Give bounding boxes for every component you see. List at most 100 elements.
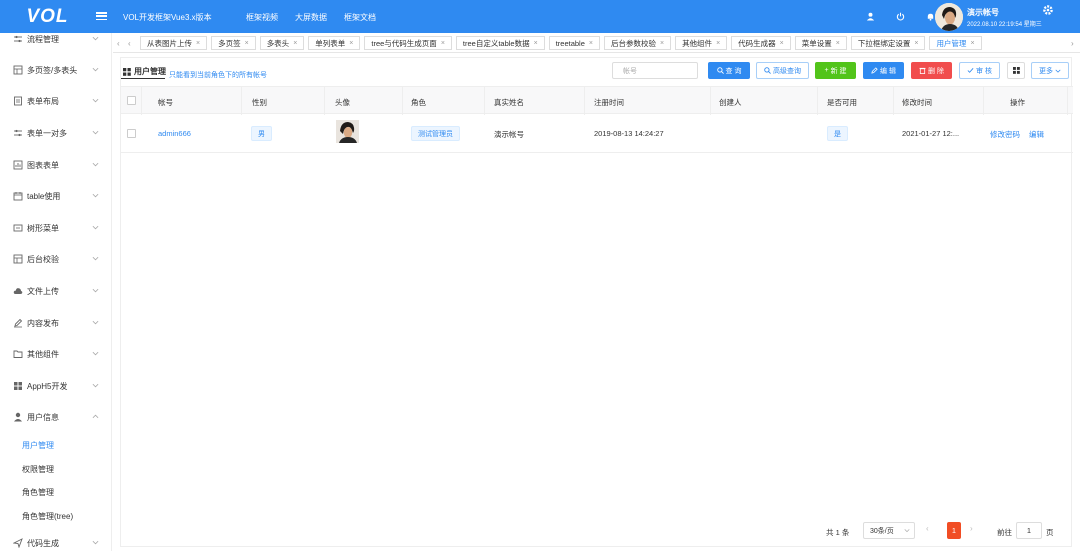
tab-label: 多表头 (266, 38, 290, 48)
close-icon[interactable]: × (970, 40, 974, 47)
next-page-button[interactable]: › (970, 524, 973, 533)
gear-icon[interactable] (1042, 4, 1054, 16)
close-icon[interactable]: × (349, 40, 353, 47)
tab-item[interactable]: 后台参数校验 × (603, 36, 672, 50)
page-size-select[interactable]: 30条/页 (863, 522, 915, 539)
pen-icon (14, 318, 23, 328)
tab-item[interactable]: 用户管理 × (929, 36, 982, 50)
advanced-query-label: 高级查询 (773, 67, 801, 75)
tab-item[interactable]: 菜单设置 × (794, 36, 847, 50)
sidebar-subitem-permission[interactable]: 权限管理 (22, 464, 54, 475)
cell-account[interactable]: admin666 (158, 129, 191, 138)
sidebar-subitem-role-tree[interactable]: 角色管理(tree) (22, 511, 73, 522)
tab-item[interactable]: 代码生成器 × (731, 36, 791, 50)
chevron-down-icon (92, 67, 99, 72)
close-icon[interactable]: × (441, 40, 445, 47)
sidebar-subitem-user-management[interactable]: 用户管理 (22, 440, 54, 451)
close-icon[interactable]: × (716, 40, 720, 47)
search-input[interactable]: 帐号 (612, 62, 698, 79)
header-link-dashboard[interactable]: 大屏数据 (295, 12, 327, 23)
col-register-time[interactable]: 注册时间 (594, 97, 624, 108)
cell-avatar[interactable] (336, 120, 359, 143)
col-enabled[interactable]: 是否可用 (827, 97, 857, 108)
plus-icon: + (824, 67, 829, 74)
edit-button[interactable]: 编 辑 (863, 62, 904, 79)
close-icon[interactable]: × (660, 40, 664, 47)
edit-row-link[interactable]: 编辑 (1029, 129, 1044, 140)
sidebar-item-process[interactable]: 流程管理 (0, 29, 112, 49)
sidebar-item-multitab[interactable]: 多页签/多表头 (0, 60, 112, 80)
sidebar-item-content-publish[interactable]: 内容发布 (0, 313, 112, 333)
column-settings-button[interactable] (1007, 62, 1025, 79)
close-icon[interactable]: × (293, 40, 297, 47)
current-page-button[interactable]: 1 (947, 522, 961, 539)
advanced-query-button[interactable]: 高级查询 (756, 62, 809, 79)
sidebar-item-code-gen[interactable]: 代码生成 (0, 533, 112, 551)
sidebar-item-one-to-many[interactable]: 表单一对多 (0, 123, 112, 143)
col-real-name[interactable]: 真实姓名 (494, 97, 524, 108)
tab-item[interactable]: 下拉框绑定设置 × (850, 36, 926, 50)
chevron-left-icon[interactable]: ‹ (117, 39, 120, 48)
sidebar-item-apph5[interactable]: AppH5开发 (0, 376, 112, 396)
chevron-down-icon (904, 529, 910, 533)
tab-item[interactable]: tree自定义table数据 × (455, 36, 545, 50)
change-password-link[interactable]: 修改密码 (990, 129, 1020, 140)
power-icon[interactable] (894, 10, 907, 23)
close-icon[interactable]: × (780, 40, 784, 47)
tab-item[interactable]: treetable × (548, 36, 600, 50)
table-row[interactable]: admin666 男 测试管理员 演示帐号 2019-08-13 14:24:2… (121, 115, 1073, 153)
prev-page-button[interactable]: ‹ (926, 524, 929, 533)
col-gender[interactable]: 性别 (252, 97, 267, 108)
close-icon[interactable]: × (914, 40, 918, 47)
close-icon[interactable]: × (534, 40, 538, 47)
sidebar-item-user-info[interactable]: 用户信息 (0, 407, 112, 427)
tab-item[interactable]: 其他组件 × (675, 36, 728, 50)
select-all-checkbox[interactable] (127, 96, 136, 105)
tab-item[interactable]: 从表图片上传 × (140, 36, 208, 50)
sidebar-item-table-usage[interactable]: table使用 (0, 186, 112, 206)
user-icon[interactable] (864, 10, 877, 23)
col-role[interactable]: 角色 (411, 97, 426, 108)
user-time: 2022.08.10 22:19:54 星期三 (967, 22, 1042, 28)
sidebar-item-chart-form[interactable]: 图表表单 (0, 155, 112, 175)
goto-page-input[interactable]: 1 (1016, 522, 1042, 539)
close-icon[interactable]: × (245, 40, 249, 47)
delete-button[interactable]: 删 除 (911, 62, 952, 79)
close-icon[interactable]: × (196, 40, 200, 47)
row-checkbox[interactable] (127, 129, 136, 138)
col-avatar[interactable]: 头像 (335, 97, 350, 108)
tab-item[interactable]: 单列表单 × (308, 36, 361, 50)
tab-label: 从表图片上传 (147, 38, 192, 48)
col-creator[interactable]: 创建人 (719, 97, 742, 108)
sidebar-item-file-upload[interactable]: 文件上传 (0, 281, 112, 301)
calendar-icon (13, 192, 23, 201)
chevron-right-icon[interactable]: › (1071, 39, 1074, 48)
user-name[interactable]: 演示帐号 (967, 7, 999, 18)
close-icon[interactable]: × (589, 40, 593, 47)
chevron-left-icon[interactable]: ‹ (128, 39, 131, 48)
audit-button-label: 审 核 (976, 67, 992, 75)
audit-button[interactable]: 审 核 (959, 62, 1000, 79)
sidebar-item-tree-menu[interactable]: 树形菜单 (0, 218, 112, 238)
col-modify-time[interactable]: 修改时间 (902, 97, 932, 108)
menu-toggle-icon[interactable] (96, 10, 107, 22)
add-button[interactable]: + 新 建 (815, 62, 856, 79)
more-button[interactable]: 更多 (1031, 62, 1069, 79)
sidebar-item-backend-validation[interactable]: 后台校验 (0, 249, 112, 269)
header-link-docs[interactable]: 框架文档 (344, 12, 376, 23)
tab-item[interactable]: 多页签 × (211, 36, 256, 50)
query-button[interactable]: 查 询 (708, 62, 750, 79)
sidebar: 流程管理 多页签/多表头 表单布局 表单一对多 图表表单 table使用 树形菜… (0, 33, 112, 551)
tab-item[interactable]: tree与代码生成页面 × (364, 36, 452, 50)
header-link-video[interactable]: 框架视频 (246, 12, 278, 23)
header-icons (864, 10, 937, 23)
col-account[interactable]: 帐号 (158, 97, 173, 108)
close-icon[interactable]: × (836, 40, 840, 47)
sidebar-item-form-layout[interactable]: 表单布局 (0, 91, 112, 111)
sidebar-item-other-components[interactable]: 其他组件 (0, 344, 112, 364)
user-avatar[interactable] (935, 3, 963, 31)
tab-item[interactable]: 多表头 × (259, 36, 305, 50)
document-icon (14, 96, 22, 106)
sidebar-subitem-role[interactable]: 角色管理 (22, 487, 54, 498)
chevron-down-icon (92, 351, 99, 356)
